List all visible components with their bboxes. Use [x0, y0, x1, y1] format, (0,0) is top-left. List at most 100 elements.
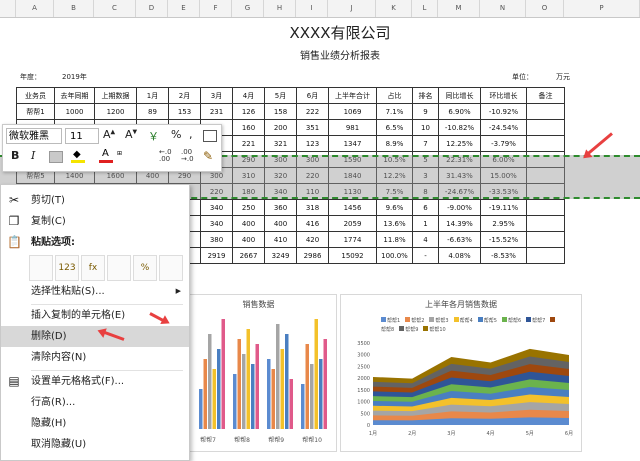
column-header[interactable]: B — [54, 0, 94, 17]
table-cell[interactable]: 14.39% — [438, 215, 481, 232]
table-cell[interactable]: 160 — [232, 119, 265, 136]
table-cell[interactable]: 6 — [412, 199, 439, 216]
table-cell[interactable]: 318 — [296, 199, 329, 216]
font-color-icon[interactable]: A — [99, 148, 113, 163]
table-cell[interactable]: -6.63% — [438, 231, 481, 248]
column-header[interactable]: G — [232, 0, 264, 17]
table-cell[interactable]: -8.53% — [480, 247, 527, 264]
column-header[interactable]: O — [526, 0, 564, 17]
paste-button[interactable] — [29, 255, 53, 281]
column-header-cell[interactable]: 3月 — [200, 87, 233, 104]
table-cell[interactable]: 2059 — [328, 215, 377, 232]
table-cell[interactable]: 1456 — [328, 199, 377, 216]
table-cell[interactable]: 222 — [296, 103, 329, 120]
comma-button[interactable]: , — [189, 128, 193, 141]
table-cell[interactable]: 2986 — [296, 247, 329, 264]
table-cell[interactable]: 1200 — [94, 103, 137, 120]
table-cell[interactable]: 250 — [232, 199, 265, 216]
table-cell[interactable]: 380 — [200, 231, 233, 248]
column-header-cell[interactable]: 同比增长 — [438, 87, 481, 104]
column-header-cell[interactable]: 4月 — [232, 87, 265, 104]
paste-formulas-button[interactable]: fx — [81, 255, 105, 281]
grow-font-icon[interactable]: A▲ — [103, 128, 115, 141]
table-cell[interactable] — [526, 231, 565, 248]
table-cell[interactable]: 1774 — [328, 231, 377, 248]
percent-button[interactable]: % — [171, 128, 181, 141]
table-cell[interactable]: 400 — [232, 231, 265, 248]
table-cell[interactable]: 126 — [232, 103, 265, 120]
table-cell[interactable]: 7.1% — [376, 103, 413, 120]
table-cell[interactable]: 400 — [232, 215, 265, 232]
menu-item-copy[interactable]: ❐ 复制(C) — [1, 211, 189, 232]
table-cell[interactable]: 123 — [296, 135, 329, 152]
table-cell[interactable]: 340 — [200, 215, 233, 232]
menu-item-clear-contents[interactable]: 清除内容(N) — [1, 347, 189, 368]
fill-color-icon[interactable]: ◆ — [71, 149, 85, 163]
menu-item-delete[interactable]: 删除(D) — [1, 326, 189, 347]
table-cell[interactable]: 153 — [168, 103, 201, 120]
table-cell[interactable]: 6.90% — [438, 103, 481, 120]
decrease-decimal-icon[interactable]: .00 →.0 — [181, 149, 194, 163]
table-cell[interactable]: -15.52% — [480, 231, 527, 248]
table-cell[interactable] — [526, 247, 565, 264]
table-cell[interactable]: 1069 — [328, 103, 377, 120]
column-header[interactable]: D — [136, 0, 168, 17]
table-cell[interactable]: 231 — [200, 103, 233, 120]
table-cell[interactable]: 360 — [264, 199, 297, 216]
column-header[interactable]: N — [480, 0, 526, 17]
column-header-cell[interactable]: 业务员 — [16, 87, 55, 104]
table-cell[interactable]: 13.6% — [376, 215, 413, 232]
table-cell[interactable]: 416 — [296, 215, 329, 232]
column-header-cell[interactable]: 1月 — [136, 87, 169, 104]
font-name-box[interactable]: 微软雅黑 — [6, 128, 62, 144]
table-cell[interactable]: 981 — [328, 119, 377, 136]
table-cell[interactable] — [526, 119, 565, 136]
table-cell[interactable] — [526, 199, 565, 216]
table-cell[interactable]: 321 — [264, 135, 297, 152]
column-header[interactable]: K — [376, 0, 412, 17]
table-cell[interactable]: 10 — [412, 119, 439, 136]
table-cell[interactable]: 2.95% — [480, 215, 527, 232]
italic-button[interactable]: I — [31, 149, 35, 162]
increase-decimal-icon[interactable]: ←.0.00 — [159, 149, 172, 163]
column-header[interactable]: J — [328, 0, 376, 17]
menu-item-cut[interactable]: ✂ 剪切(T) — [1, 190, 189, 211]
table-cell[interactable]: 2919 — [200, 247, 233, 264]
table-cell[interactable]: 351 — [296, 119, 329, 136]
column-header-cell[interactable]: 上期数据 — [94, 87, 137, 104]
table-cell[interactable]: 420 — [296, 231, 329, 248]
table-cell[interactable]: 11.8% — [376, 231, 413, 248]
table-cell[interactable]: -9.00% — [438, 199, 481, 216]
table-cell[interactable]: 15092 — [328, 247, 377, 264]
column-header-cell[interactable]: 排名 — [412, 87, 439, 104]
column-header-cell[interactable]: 环比增长 — [480, 87, 527, 104]
table-cell[interactable]: 6.5% — [376, 119, 413, 136]
monthly-area-chart[interactable]: 上半年各月销售数据 帮帮1 帮帮2 帮帮3 帮帮4 帮帮5 帮帮6 帮帮7帮帮8 帮帮9 帮帮1… — [340, 294, 582, 452]
table-cell[interactable]: 12.25% — [438, 135, 481, 152]
paste-link-button[interactable] — [159, 255, 183, 281]
bold-button[interactable]: B — [11, 149, 19, 162]
table-cell[interactable]: -24.54% — [480, 119, 527, 136]
column-header[interactable]: A — [16, 0, 54, 17]
column-header[interactable]: C — [94, 0, 136, 17]
borders-icon[interactable]: ⊞ — [117, 150, 122, 157]
table-cell[interactable]: 4 — [412, 231, 439, 248]
column-header-cell[interactable]: 上半年合计 — [328, 87, 377, 104]
menu-item-unhide[interactable]: 取消隐藏(U) — [1, 434, 189, 455]
table-cell[interactable]: 9 — [412, 103, 439, 120]
table-cell[interactable]: 410 — [264, 231, 297, 248]
table-cell[interactable]: 1 — [412, 215, 439, 232]
table-cell[interactable]: 3249 — [264, 247, 297, 264]
column-header-cell[interactable]: 5月 — [264, 87, 297, 104]
table-cell[interactable]: 9.6% — [376, 199, 413, 216]
table-cell[interactable] — [526, 103, 565, 120]
paste-format-button[interactable]: % — [133, 255, 157, 281]
table-cell[interactable]: -10.92% — [480, 103, 527, 120]
table-cell[interactable] — [526, 215, 565, 232]
table-cell[interactable]: 1347 — [328, 135, 377, 152]
table-cell[interactable]: 200 — [264, 119, 297, 136]
paste-values-button[interactable]: 123 — [55, 255, 79, 281]
column-header[interactable]: E — [168, 0, 200, 17]
table-cell[interactable]: 89 — [136, 103, 169, 120]
column-header[interactable]: L — [412, 0, 438, 17]
